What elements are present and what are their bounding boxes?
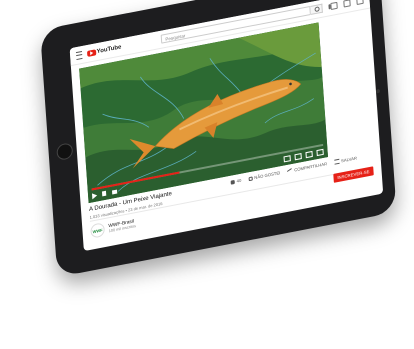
thumbs-up-icon — [230, 179, 235, 185]
channel-avatar[interactable]: WWF — [90, 222, 106, 239]
thumbs-down-icon — [248, 176, 253, 181]
volume-icon[interactable] — [111, 189, 118, 195]
play-icon[interactable] — [91, 191, 98, 199]
like-button[interactable]: 40 — [230, 177, 242, 185]
tablet-device: YouTube Pesquisar A Dourada - Um Peixe V… — [40, 0, 397, 278]
channel-avatar-logo-text: WWF — [92, 226, 103, 234]
apps-icon[interactable] — [343, 0, 351, 8]
captions-icon[interactable] — [283, 154, 291, 162]
like-count: 40 — [236, 177, 242, 184]
dislike-button[interactable]: NÃO GOSTEI — [248, 170, 281, 181]
youtube-logo-text: YouTube — [96, 43, 122, 55]
create-video-icon[interactable] — [330, 1, 338, 11]
theater-icon[interactable] — [305, 150, 313, 158]
menu-icon[interactable] — [75, 50, 82, 60]
share-label: COMPARTILHAR — [294, 161, 328, 173]
save-label: SALVAR — [340, 155, 358, 164]
youtube-logo[interactable]: YouTube — [86, 43, 122, 57]
topbar-right-icons — [330, 0, 364, 11]
settings-icon[interactable] — [294, 152, 302, 160]
youtube-play-logo-icon — [86, 48, 96, 57]
channel-text: WWF-Brasil 100 mil inscritos — [108, 219, 136, 233]
share-icon — [286, 167, 293, 174]
home-button[interactable] — [56, 142, 74, 161]
dislike-label: NÃO GOSTEI — [254, 170, 281, 181]
tablet-screen: YouTube Pesquisar A Dourada - Um Peixe V… — [69, 0, 384, 252]
save-button[interactable]: SALVAR — [333, 155, 358, 165]
subscribe-button[interactable]: INSCREVER-SE — [333, 166, 374, 183]
playlist-add-icon — [333, 158, 340, 165]
scene: YouTube Pesquisar A Dourada - Um Peixe V… — [0, 0, 414, 349]
fullscreen-icon[interactable] — [316, 148, 324, 156]
search-button[interactable] — [310, 3, 323, 15]
next-icon[interactable] — [101, 190, 108, 197]
camera-lens — [375, 88, 381, 94]
notifications-icon[interactable] — [356, 0, 364, 6]
